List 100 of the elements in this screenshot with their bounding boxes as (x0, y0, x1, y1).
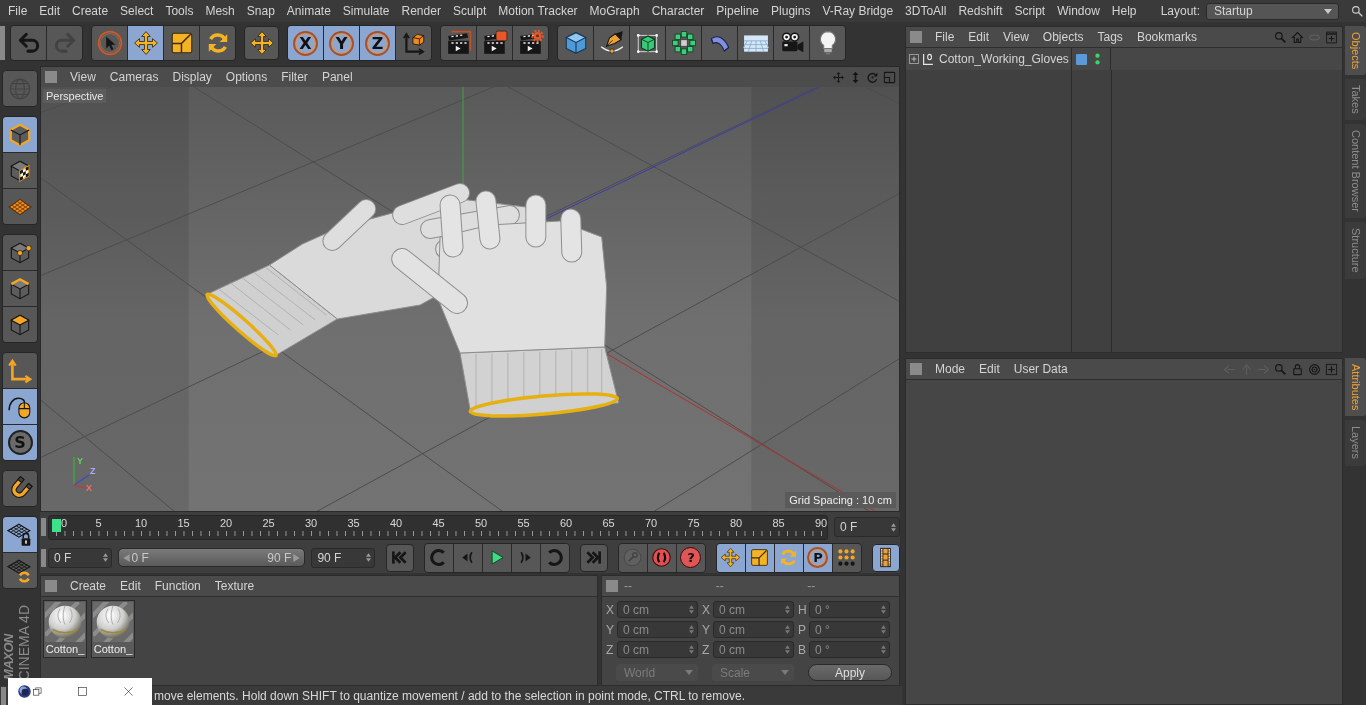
menu-item[interactable]: Character (645, 1, 711, 21)
menu-item[interactable]: Objects (1035, 30, 1091, 44)
menu-item[interactable]: Pipeline (710, 1, 766, 21)
menu-item[interactable]: Cameras (102, 70, 166, 84)
camera-label[interactable]: Perspective (43, 89, 107, 103)
light-button[interactable] (810, 26, 845, 60)
menu-item[interactable]: Mode (928, 362, 973, 376)
close-icon[interactable] (123, 686, 134, 697)
panel-grip-icon[interactable] (910, 31, 922, 43)
menu-item[interactable]: Edit (972, 362, 1007, 376)
menu-item[interactable]: Simulate (336, 1, 396, 21)
solo-button[interactable]: S (3, 425, 37, 460)
coordinate-field[interactable]: 0 cm (617, 621, 698, 638)
spinner-arrows-icon[interactable] (881, 605, 886, 614)
spinner-arrows-icon[interactable] (689, 605, 694, 614)
toolbar-grip-icon[interactable] (0, 26, 5, 60)
menu-item[interactable]: View (63, 70, 103, 84)
object-row[interactable]: Cotton_Working_Gloves (906, 48, 1342, 70)
menu-item[interactable]: MoGraph (583, 1, 646, 21)
polygons-mode-button[interactable] (3, 307, 37, 342)
menu-item[interactable]: View (996, 30, 1036, 44)
end-frame-field[interactable]: 90 F (311, 547, 375, 568)
maximize-icon[interactable] (77, 686, 88, 697)
menu-item[interactable]: V-Ray Bridge (816, 1, 900, 21)
orbit-icon[interactable] (866, 70, 879, 84)
side-tab[interactable]: Content Browser (1345, 124, 1366, 218)
side-tab[interactable]: Attributes (1345, 358, 1366, 417)
menu-item[interactable]: Select (114, 1, 160, 21)
camera-button[interactable] (774, 26, 809, 60)
menu-item[interactable]: Edit (33, 1, 67, 21)
move-button[interactable] (717, 543, 745, 572)
range-left-arrow-icon[interactable] (122, 553, 130, 562)
panel-grip-icon[interactable] (41, 548, 46, 567)
pen-button[interactable] (594, 26, 629, 60)
start-frame-field[interactable]: 0 F (48, 547, 112, 568)
playhead-marker[interactable] (52, 518, 61, 532)
home-icon[interactable] (1291, 30, 1304, 44)
target-icon[interactable] (1308, 362, 1321, 376)
layer-square-icon[interactable] (1076, 53, 1087, 65)
spinner-arrows-icon[interactable] (366, 553, 371, 562)
coordinate-field[interactable]: 0 cm (713, 641, 794, 658)
menu-item[interactable]: Snap (240, 1, 281, 21)
menu-item[interactable]: Texture (207, 579, 262, 593)
menu-item[interactable]: User Data (1006, 362, 1075, 376)
range-right-arrow-icon[interactable] (293, 553, 301, 562)
coordinate-field[interactable]: 0 cm (617, 601, 698, 618)
menu-item[interactable]: Edit (961, 30, 997, 44)
material-swatch[interactable]: Cotton_ (43, 600, 87, 658)
spinner-arrows-icon[interactable] (785, 645, 790, 654)
search-icon[interactable] (1351, 4, 1364, 18)
axis-lock-button[interactable]: Y (324, 26, 359, 60)
coordinate-field[interactable]: 0 cm (713, 601, 794, 618)
go-end-button[interactable] (580, 543, 608, 572)
render-picture-viewer-button[interactable] (477, 26, 512, 60)
side-tab[interactable]: Takes (1345, 79, 1366, 121)
object-name[interactable]: Cotton_Working_Gloves (939, 52, 1069, 66)
spinner-arrows-icon[interactable] (689, 625, 694, 634)
subdivision-button[interactable] (630, 26, 665, 60)
next-key-button[interactable] (541, 543, 569, 572)
coordinate-system-button[interactable] (396, 26, 431, 60)
spinner-arrows-icon[interactable] (785, 605, 790, 614)
timeline-button[interactable] (872, 543, 900, 572)
timeline-ruler[interactable]: 0 5 10 15 20 25 30 35 40 45 50 55 60 65 70 75 80 85 90 (48, 514, 828, 540)
cloner-button[interactable] (666, 26, 701, 60)
side-tab[interactable]: Structure (1345, 222, 1366, 279)
move-button[interactable] (128, 26, 163, 60)
menu-item[interactable]: Mesh (199, 1, 241, 21)
menu-item[interactable]: Tools (159, 1, 200, 21)
coordinate-field[interactable]: 0 ° (809, 621, 890, 638)
floor-button[interactable] (738, 26, 773, 60)
snap-button[interactable] (2, 470, 38, 507)
expand-icon[interactable] (909, 54, 919, 64)
axis-lock-button[interactable]: X (288, 26, 323, 60)
menu-item[interactable]: Plugins (765, 1, 817, 21)
menu-item[interactable]: Sculpt (446, 1, 493, 21)
viewport-canvas[interactable]: Perspective Grid Spacing : 10 cm Y Z X (41, 87, 899, 511)
lock-icon[interactable] (1291, 362, 1304, 376)
menu-item[interactable]: Animate (280, 1, 337, 21)
material-swatch[interactable]: Cotton_ (91, 600, 135, 658)
menu-item[interactable]: Create (63, 579, 114, 593)
maximize-view-icon[interactable] (883, 70, 896, 84)
menu-item[interactable]: File (2, 1, 34, 21)
play-button[interactable] (483, 543, 511, 572)
auto-key-button[interactable] (648, 543, 676, 572)
app-logo-icon[interactable] (17, 684, 32, 699)
pan-arrows-icon[interactable] (832, 70, 845, 84)
coordinate-field[interactable]: 0 cm (617, 641, 698, 658)
edges-mode-button[interactable] (3, 271, 37, 306)
frame-range-slider[interactable]: 0 F 90 F (117, 548, 306, 567)
spinner-arrows-icon[interactable] (891, 522, 896, 532)
menu-item[interactable]: Motion Tracker (492, 1, 584, 21)
menu-item[interactable]: Tags (1090, 30, 1130, 44)
menu-item[interactable]: Create (66, 1, 115, 21)
menu-item[interactable]: File (928, 30, 962, 44)
current-frame-field[interactable]: 0 F (834, 517, 900, 537)
panel-grip-icon[interactable] (606, 580, 618, 592)
menu-item[interactable]: Filter (274, 70, 315, 84)
points-mode-button[interactable] (3, 235, 37, 270)
spinner-arrows-icon[interactable] (102, 553, 108, 562)
undo-button[interactable] (11, 26, 46, 60)
